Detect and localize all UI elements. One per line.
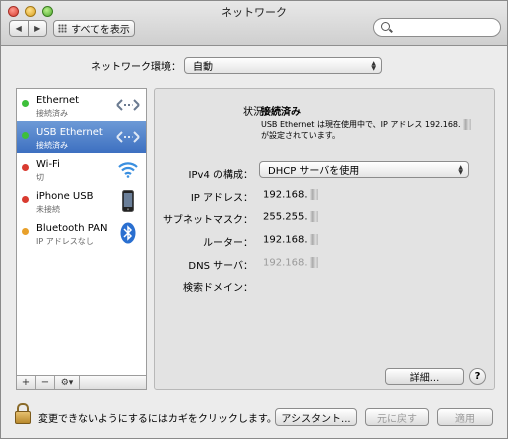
popup-arrows-icon: ▲ ▼: [371, 59, 376, 72]
service-status: 接続済み: [36, 141, 68, 150]
status-dot: [22, 196, 29, 203]
service-item-bluetooth-pan[interactable]: Bluetooth PAN IP アドレスなし: [17, 217, 146, 249]
show-all-label: すべてを表示: [71, 25, 130, 36]
revert-button[interactable]: 元に戻す: [365, 408, 429, 426]
bluetooth-icon: [116, 221, 140, 245]
ip-address-value: 192.168.: [263, 189, 318, 201]
search-icon: [381, 22, 390, 31]
apply-button[interactable]: 適用: [437, 408, 493, 426]
grid-icon: [58, 24, 68, 33]
location-label: ネットワーク環境：: [91, 62, 181, 73]
forward-button[interactable]: ▶: [29, 21, 47, 36]
status-dot: [22, 132, 29, 139]
remove-service-button[interactable]: −: [36, 376, 55, 389]
gear-icon[interactable]: ⚙▾: [55, 376, 80, 389]
network-preferences-window: ネットワーク ◀ ▶ すべてを表示 ネットワーク環境： 自動 ▲ ▼ Ethern…: [0, 0, 508, 439]
service-item-iphone-usb[interactable]: iPhone USB 未接続: [17, 185, 146, 217]
service-item-ethernet[interactable]: Ethernet 接続済み: [17, 89, 146, 121]
lock-icon[interactable]: [15, 403, 31, 424]
service-item-wifi[interactable]: Wi-Fi 切: [17, 153, 146, 185]
subnet-mask-label: サブネットマスク：: [163, 215, 253, 226]
service-status: 切: [36, 173, 44, 182]
redacted-block: [462, 119, 471, 130]
advanced-button[interactable]: 詳細...: [385, 368, 464, 385]
location-popup[interactable]: 自動 ▲ ▼: [184, 57, 382, 74]
iphone-icon: [116, 189, 140, 213]
back-button[interactable]: ◀: [10, 21, 29, 36]
service-item-usb-ethernet[interactable]: USB Ethernet 接続済み: [17, 121, 146, 153]
search-field[interactable]: [373, 18, 501, 37]
status-description: USB Ethernet は現在使用中で、IP アドレス 192.168.: [261, 119, 471, 130]
service-name: USB Ethernet: [36, 127, 103, 138]
dns-server-value: 192.168.: [263, 257, 318, 269]
lock-message: 変更できないようにするにはカギをクリックします。: [38, 414, 277, 425]
router-label: ルーター：: [203, 238, 253, 249]
popup-arrows-icon: ▲ ▼: [458, 163, 463, 176]
service-name: Wi-Fi: [36, 159, 60, 170]
subnet-mask-value: 255.255.: [263, 211, 318, 223]
service-list-toolbar: + − ⚙▾: [16, 375, 147, 390]
service-status: 未接続: [36, 205, 60, 214]
redacted-block: [309, 234, 318, 245]
status-description-line2: が設定されています。: [261, 131, 340, 140]
status-label: 状況：: [243, 107, 273, 118]
service-list: Ethernet 接続済み USB Ethernet 接続済み Wi-Fi 切 …: [16, 88, 147, 376]
ipv4-config-popup[interactable]: DHCP サーバを使用 ▲ ▼: [259, 161, 469, 178]
router-value: 192.168.: [263, 234, 318, 246]
status-dot: [22, 228, 29, 235]
ethernet-arrows-icon: [116, 125, 140, 149]
ipv4-config-value: DHCP サーバを使用: [268, 166, 360, 177]
dns-server-label: DNS サーバ：: [188, 261, 253, 272]
show-all-button[interactable]: すべてを表示: [53, 20, 135, 37]
service-status: 接続済み: [36, 109, 68, 118]
ip-address-label: IP アドレス：: [190, 193, 253, 204]
service-status: IP アドレスなし: [36, 237, 94, 246]
assistant-button[interactable]: アシスタント...: [275, 408, 357, 426]
ipv4-config-label: IPv4 の構成：: [188, 170, 253, 181]
service-name: Bluetooth PAN: [36, 223, 108, 234]
redacted-block: [309, 211, 318, 222]
add-service-button[interactable]: +: [17, 376, 36, 389]
ethernet-arrows-icon: [116, 93, 140, 117]
service-name: Ethernet: [36, 95, 80, 106]
search-domain-label: 検索ドメイン：: [183, 283, 253, 294]
redacted-block: [309, 257, 318, 268]
back-forward-control: ◀ ▶: [9, 20, 47, 37]
detail-panel: 状況： 接続済み USB Ethernet は現在使用中で、IP アドレス 19…: [154, 88, 495, 390]
status-value: 接続済み: [261, 107, 301, 118]
location-value: 自動: [193, 62, 213, 73]
help-button[interactable]: ?: [469, 368, 486, 385]
status-dot: [22, 164, 29, 171]
service-name: iPhone USB: [36, 191, 94, 202]
title-bar: ネットワーク ◀ ▶ すべてを表示: [1, 1, 507, 46]
status-dot: [22, 100, 29, 107]
redacted-block: [309, 189, 318, 200]
